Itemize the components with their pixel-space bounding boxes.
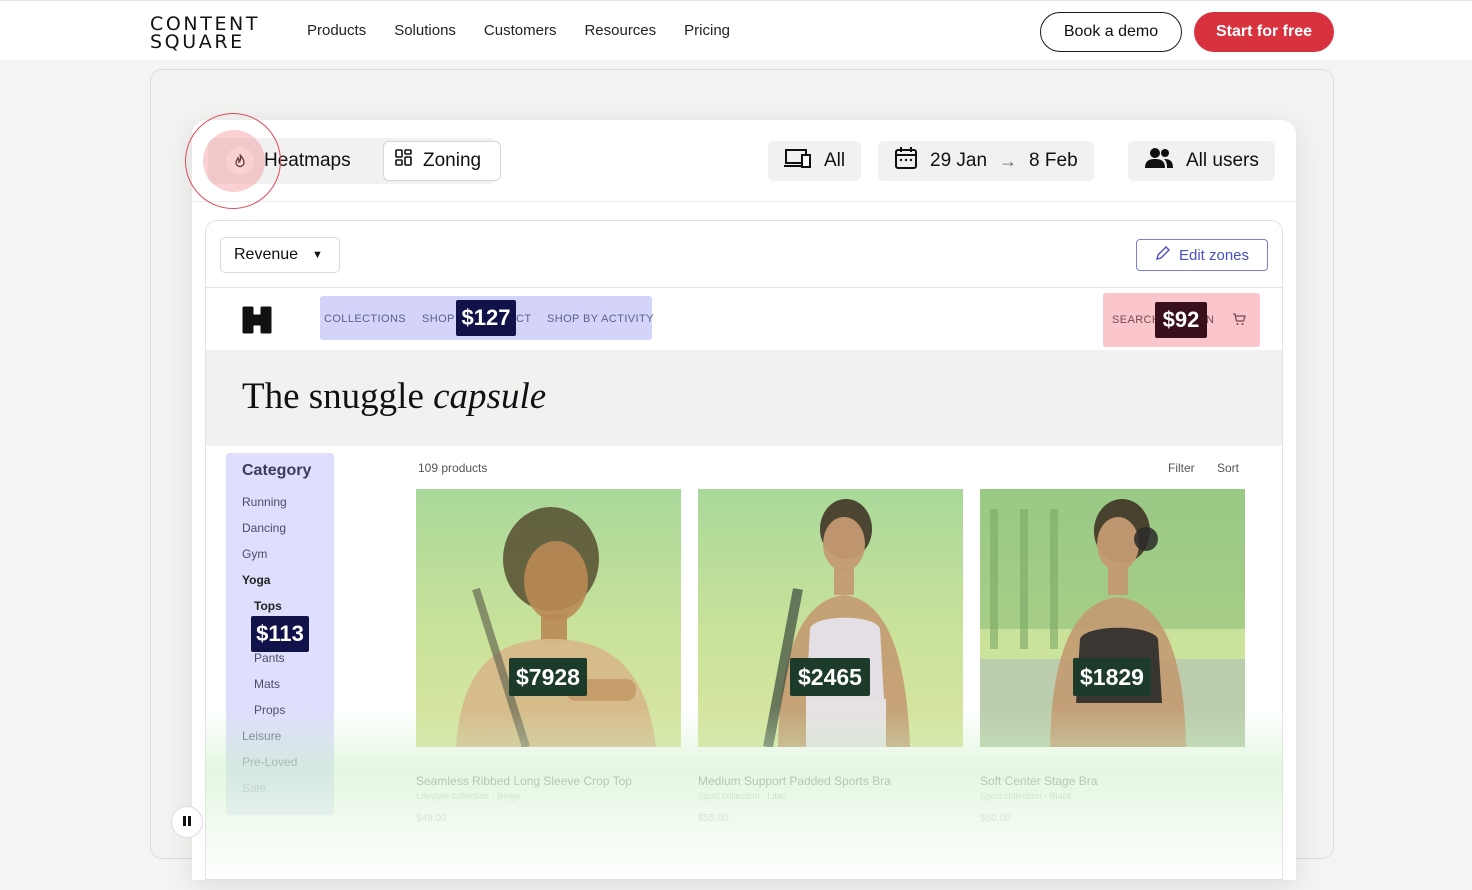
- zone-category-sidebar[interactable]: Category Running Dancing Gym Yoga Tops P…: [226, 453, 334, 815]
- product-image-3: [980, 489, 1245, 747]
- preview-nav-search: SEARCH: [1112, 314, 1161, 326]
- preview-nav-ct: CT: [516, 313, 532, 325]
- logo-line-2: SQUARE: [150, 31, 245, 53]
- highlight-ring-inner: [203, 130, 265, 192]
- hero-title-plain: The snuggle: [242, 376, 434, 417]
- caret-down-icon: ▼: [312, 249, 323, 261]
- users-icon: [1144, 147, 1174, 175]
- product-name-3[interactable]: Soft Center Stage Bra: [980, 774, 1097, 788]
- collection-text: Sport collection: [698, 791, 760, 801]
- top-navigation: CONTENT SQUARE Products Solutions Custom…: [0, 0, 1472, 60]
- zoning-toggle[interactable]: Zoning: [383, 141, 501, 181]
- product-image-1: [456, 507, 656, 747]
- filter-link[interactable]: Filter: [1168, 461, 1195, 475]
- zone-revenue-tag: $1829: [1073, 658, 1151, 696]
- edit-zones-button[interactable]: Edit zones: [1136, 239, 1268, 271]
- zoning-label: Zoning: [423, 150, 482, 171]
- edit-zones-label: Edit zones: [1178, 246, 1250, 264]
- nav-pricing[interactable]: Pricing: [684, 22, 730, 39]
- collection-text: Lifestyle collection: [416, 791, 490, 801]
- preview-nav-shop: SHOP: [422, 313, 455, 325]
- devices-icon: [784, 148, 812, 174]
- category-sale[interactable]: Sale: [242, 781, 266, 795]
- category-gym[interactable]: Gym: [242, 547, 267, 561]
- zone-revenue-tag: $113: [251, 616, 309, 652]
- users-filter[interactable]: All users: [1128, 141, 1275, 181]
- product-price-2: $55.00: [698, 813, 729, 824]
- product-card-1[interactable]: $7928: [416, 489, 681, 747]
- app-toolbar: Heatmaps Zoning All 29 Jan → 8 Feb All u…: [192, 120, 1296, 202]
- hero-title: The snuggle capsule: [242, 375, 546, 418]
- zone-revenue-tag: $2465: [790, 658, 870, 696]
- category-mats[interactable]: Mats: [254, 677, 280, 691]
- preview-nav-activity: SHOP BY ACTIVITY: [547, 313, 654, 325]
- preview-nav-n: N: [1206, 314, 1215, 326]
- arrow-right-icon: →: [999, 150, 1018, 171]
- contentsquare-logo[interactable]: CONTENT SQUARE: [150, 15, 260, 53]
- product-price-3: $60.00: [980, 813, 1011, 824]
- product-card-2[interactable]: $2465: [698, 489, 963, 747]
- metric-select[interactable]: Revenue ▼: [220, 237, 340, 273]
- calendar-icon: [894, 146, 918, 176]
- product-collection-2: Sport collection · Lilac: [698, 791, 787, 801]
- device-label: All: [824, 150, 846, 171]
- product-name-2[interactable]: Medium Support Padded Sports Bra: [698, 774, 891, 788]
- product-count: 109 products: [418, 461, 488, 475]
- product-collection-3: Sport collection · Black: [980, 791, 1072, 801]
- preview-header: COLLECTIONS SHOP CT SHOP BY ACTIVITY $12…: [206, 288, 1282, 350]
- book-demo-button[interactable]: Book a demo: [1040, 12, 1182, 52]
- nav-customers[interactable]: Customers: [484, 22, 557, 39]
- category-tops[interactable]: Tops: [254, 599, 282, 613]
- product-image-2: [763, 499, 910, 747]
- category-running[interactable]: Running: [242, 495, 287, 509]
- preview-nav-collections: COLLECTIONS: [324, 313, 407, 325]
- date-to: 8 Feb: [1029, 150, 1078, 171]
- nav-solutions[interactable]: Solutions: [394, 22, 456, 39]
- date-range-filter[interactable]: 29 Jan → 8 Feb: [878, 141, 1094, 181]
- date-from: 29 Jan: [930, 150, 988, 171]
- color-text: Lilac: [767, 791, 787, 801]
- product-collection-1: Lifestyle collection · Beige: [416, 791, 521, 801]
- product-card-3[interactable]: $1829: [980, 489, 1245, 747]
- category-props[interactable]: Props: [254, 703, 285, 717]
- pause-button[interactable]: [171, 806, 203, 838]
- category-pants[interactable]: Pants: [254, 651, 285, 665]
- category-leisure[interactable]: Leisure: [242, 729, 281, 743]
- zoning-panel: Revenue ▼ Edit zones COLLECTIONS SHOP CT…: [205, 220, 1283, 880]
- app-window: Heatmaps Zoning All 29 Jan → 8 Feb All u…: [192, 120, 1296, 880]
- metric-select-value: Revenue: [234, 246, 299, 263]
- hero-title-italic: capsule: [433, 376, 547, 417]
- cart-icon: [1232, 313, 1246, 331]
- pencil-icon: [1155, 245, 1171, 265]
- category-pre-loved[interactable]: Pre-Loved: [242, 755, 297, 769]
- product-price-1: $49.00: [416, 813, 447, 824]
- zone-revenue-tag: $92: [1155, 302, 1207, 338]
- brand-icon: [242, 306, 272, 339]
- product-name-1[interactable]: Seamless Ribbed Long Sleeve Crop Top: [416, 774, 632, 788]
- main-nav: Products Solutions Customers Resources P…: [307, 22, 730, 39]
- color-text: Beige: [497, 791, 521, 801]
- website-preview: COLLECTIONS SHOP CT SHOP BY ACTIVITY $12…: [206, 287, 1282, 879]
- users-label: All users: [1186, 150, 1259, 171]
- device-filter[interactable]: All: [768, 141, 862, 181]
- pause-icon: [182, 815, 192, 829]
- grid-icon: [394, 148, 414, 174]
- category-dancing[interactable]: Dancing: [242, 521, 286, 535]
- category-yoga[interactable]: Yoga: [242, 573, 270, 587]
- preview-hero: The snuggle capsule: [206, 350, 1282, 446]
- zone-revenue-tag: $127: [456, 300, 516, 336]
- nav-resources[interactable]: Resources: [584, 22, 656, 39]
- start-free-button[interactable]: Start for free: [1194, 12, 1334, 52]
- zone-revenue-tag: $7928: [509, 658, 587, 696]
- sort-link[interactable]: Sort: [1217, 461, 1239, 475]
- collection-text: Sport collection: [980, 791, 1042, 801]
- nav-products[interactable]: Products: [307, 22, 366, 39]
- category-title: Category: [242, 462, 312, 479]
- color-text: Black: [1049, 791, 1072, 801]
